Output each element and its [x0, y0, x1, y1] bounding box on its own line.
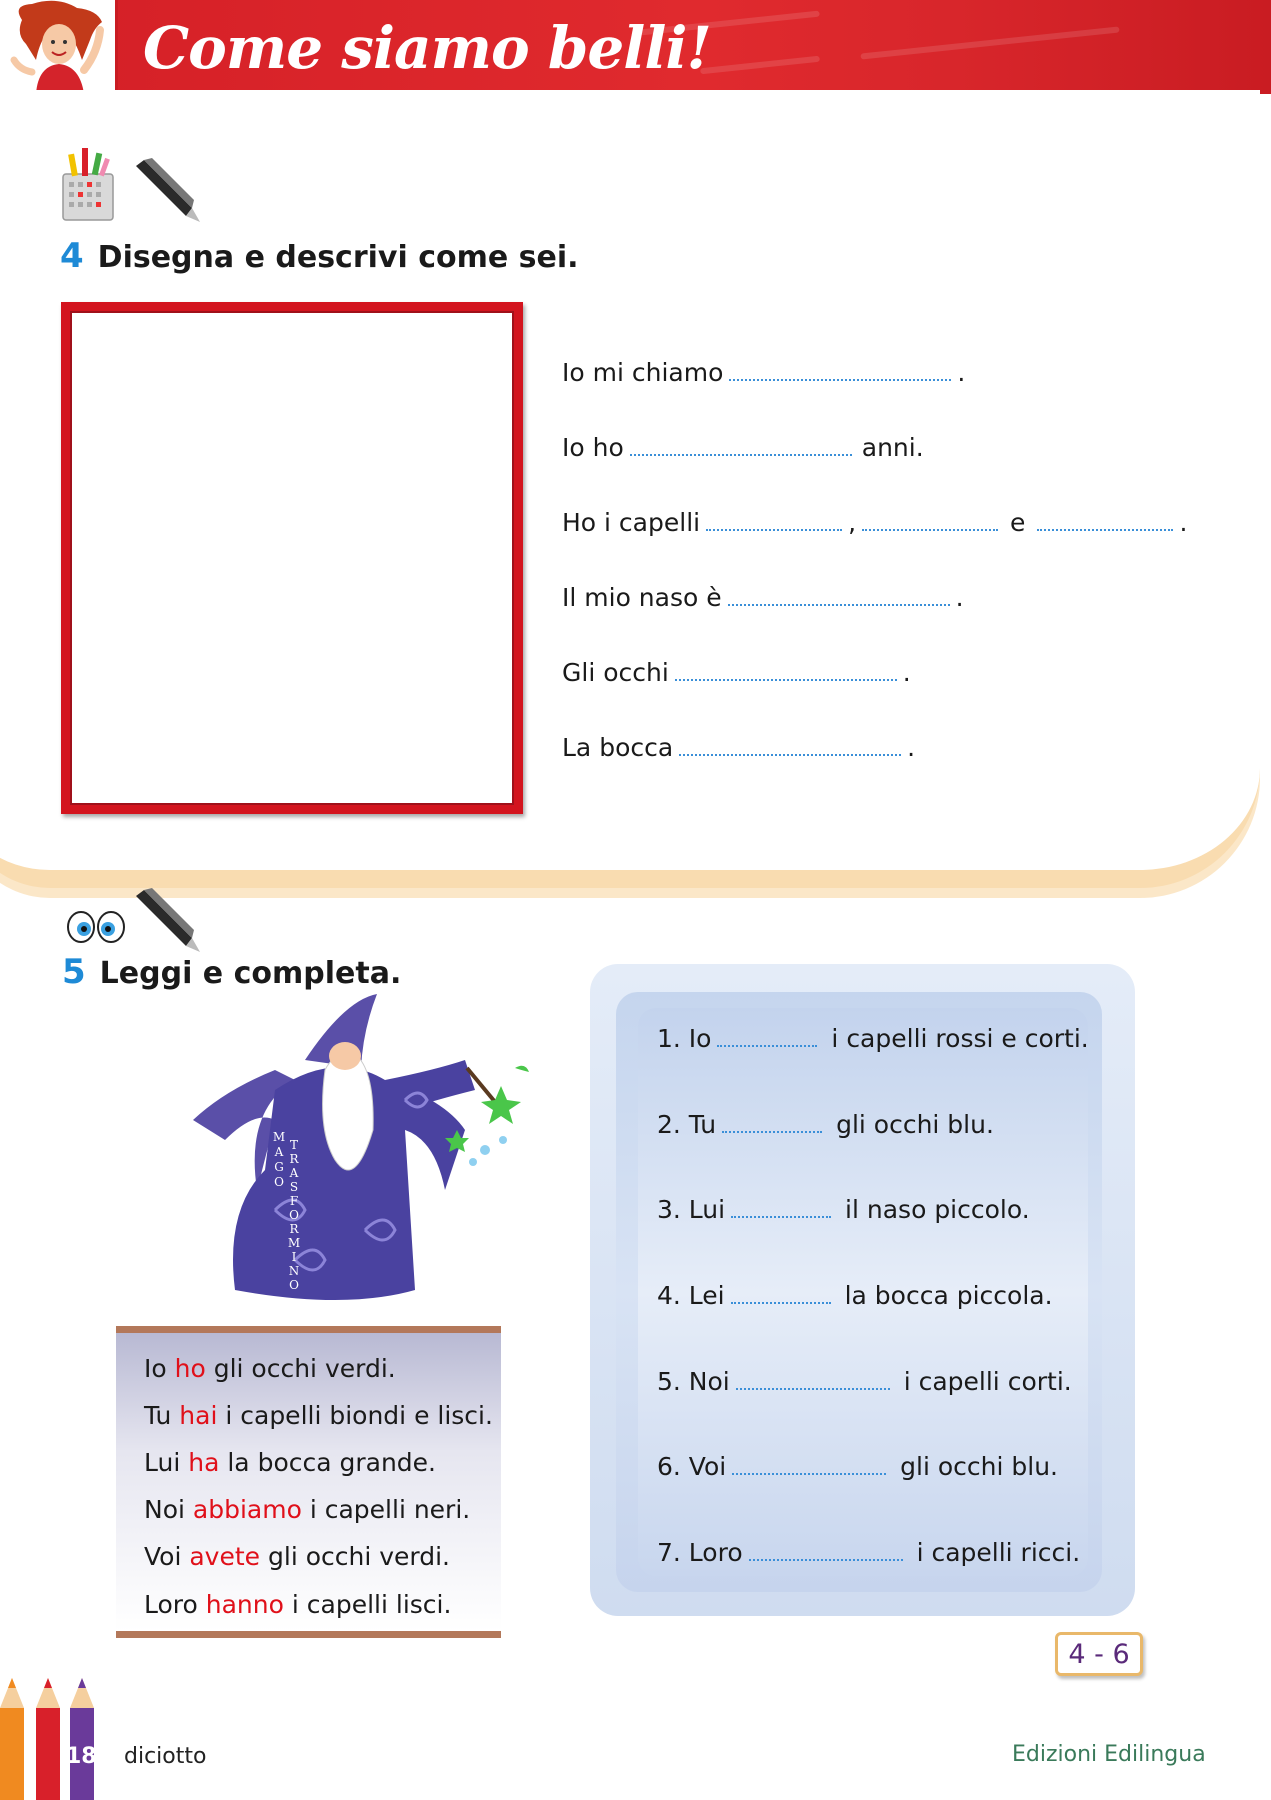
line-suffix: . [1179, 508, 1188, 537]
question-label: 7. Loro [657, 1538, 743, 1567]
question-rest: i capelli rossi e corti. [831, 1024, 1089, 1053]
question-item: 2. Tu gli occhi blu. [657, 1110, 994, 1139]
blank-field[interactable] [729, 378, 952, 381]
exercise-4-instruction: Disegna e descrivi come sei. [97, 240, 579, 275]
grammar-line: Io ho gli occhi verdi. [144, 1354, 396, 1383]
wizard-illustration [193, 994, 529, 1300]
pen-icon [136, 888, 200, 952]
question-rest: i capelli ricci. [916, 1538, 1081, 1567]
blank-field[interactable] [706, 528, 843, 531]
question-label: 3. Lui [657, 1195, 726, 1224]
blank-field[interactable] [679, 753, 902, 756]
exercise-4-number: 4 [60, 236, 84, 276]
blank-field[interactable] [674, 678, 897, 681]
pencil-cup-icon [62, 148, 114, 221]
blank-field[interactable] [730, 1301, 831, 1304]
girl-mascot-icon [10, 0, 104, 94]
question-item: 7. Loro i capelli ricci. [657, 1538, 1080, 1567]
verb-highlight: abbiamo [192, 1495, 302, 1524]
line-suffix: . [907, 733, 916, 762]
question-label: 6. Voi [657, 1452, 727, 1481]
blank-field[interactable] [717, 1044, 818, 1047]
blank-field[interactable] [1037, 528, 1174, 531]
header-mascot-tab [0, 0, 118, 98]
question-rest: il naso piccolo. [845, 1195, 1030, 1224]
page-number: 18 [66, 1744, 97, 1769]
exercise-5-number: 5 [62, 952, 86, 992]
question-rest: gli occhi blu. [836, 1110, 994, 1139]
verb-highlight: ho [174, 1354, 206, 1383]
exercise-5-heading: 5 Leggi e completa. [62, 952, 401, 992]
question-item: 5. Noi i capelli corti. [657, 1367, 1072, 1396]
line-suffix: . [902, 658, 911, 687]
grammar-line: Loro hanno i capelli lisci. [144, 1590, 452, 1619]
cross-reference-badge: 4 - 6 [1055, 1632, 1143, 1676]
line-label: Gli occhi [562, 658, 669, 687]
grammar-line: Tu hai i capelli biondi e lisci. [144, 1401, 493, 1430]
page-number-word: diciotto [124, 1744, 207, 1769]
grammar-line: Lui ha la bocca grande. [144, 1448, 437, 1477]
line-separator: e [1010, 508, 1026, 537]
verb-highlight: avete [189, 1542, 261, 1571]
line-age: Io ho anni. [562, 433, 924, 462]
question-rest: la bocca piccola. [844, 1281, 1053, 1310]
grammar-line: Voi avete gli occhi verdi. [144, 1542, 451, 1571]
pen-icon [136, 158, 200, 222]
question-item: 6. Voi gli occhi blu. [657, 1452, 1058, 1481]
blank-field[interactable] [735, 1387, 890, 1390]
line-mouth: La bocca. [562, 733, 915, 762]
line-suffix: . [957, 358, 966, 387]
line-label: Io mi chiamo [562, 358, 724, 387]
drawing-area[interactable] [61, 302, 523, 814]
question-label: 4. Lei [657, 1281, 725, 1310]
line-suffix: anni. [861, 433, 924, 462]
exercise-5-instruction: Leggi e completa. [99, 956, 402, 991]
question-item: 4. Lei la bocca piccola. [657, 1281, 1053, 1310]
verb-highlight: hai [179, 1401, 218, 1430]
grammar-line: Noi abbiamo i capelli neri. [144, 1495, 471, 1524]
page-title: Come siamo belli! [143, 14, 712, 82]
wizard-label-trasformino: TRASFORMINO [287, 1138, 301, 1292]
line-name: Io mi chiamo. [562, 358, 965, 387]
question-item: 3. Lui il naso piccolo. [657, 1195, 1030, 1224]
eyes-icon [67, 911, 125, 943]
blank-field[interactable] [732, 1472, 887, 1475]
question-label: 2. Tu [657, 1110, 717, 1139]
line-suffix: . [955, 583, 964, 612]
question-rest: gli occhi blu. [900, 1452, 1058, 1481]
question-label: 5. Noi [657, 1367, 730, 1396]
line-nose: Il mio naso è. [562, 583, 964, 612]
question-rest: i capelli corti. [903, 1367, 1072, 1396]
wizard-label-mago: MAGO [272, 1130, 286, 1189]
verb-highlight: hanno [205, 1590, 284, 1619]
blank-field[interactable] [722, 1130, 823, 1133]
blank-field[interactable] [727, 603, 950, 606]
question-item: 1. Io i capelli rossi e corti. [657, 1024, 1089, 1053]
line-label: La bocca [562, 733, 674, 762]
line-separator: , [848, 508, 857, 537]
line-label: Io ho [562, 433, 624, 462]
line-eyes: Gli occhi. [562, 658, 911, 687]
colored-pencils-icon [0, 1678, 94, 1800]
verb-highlight: ha [188, 1448, 220, 1477]
blank-field[interactable] [731, 1215, 832, 1218]
blank-field[interactable] [862, 528, 999, 531]
publisher-name: Edizioni Edilingua [1012, 1742, 1206, 1767]
blank-field[interactable] [748, 1558, 903, 1561]
line-hair: Ho i capelli, e. [562, 508, 1187, 537]
line-label: Il mio naso è [562, 583, 722, 612]
exercise-4-heading: 4 Disegna e descrivi come sei. [60, 236, 579, 276]
question-label: 1. Io [657, 1024, 712, 1053]
blank-field[interactable] [629, 453, 852, 456]
line-label: Ho i capelli [562, 508, 701, 537]
